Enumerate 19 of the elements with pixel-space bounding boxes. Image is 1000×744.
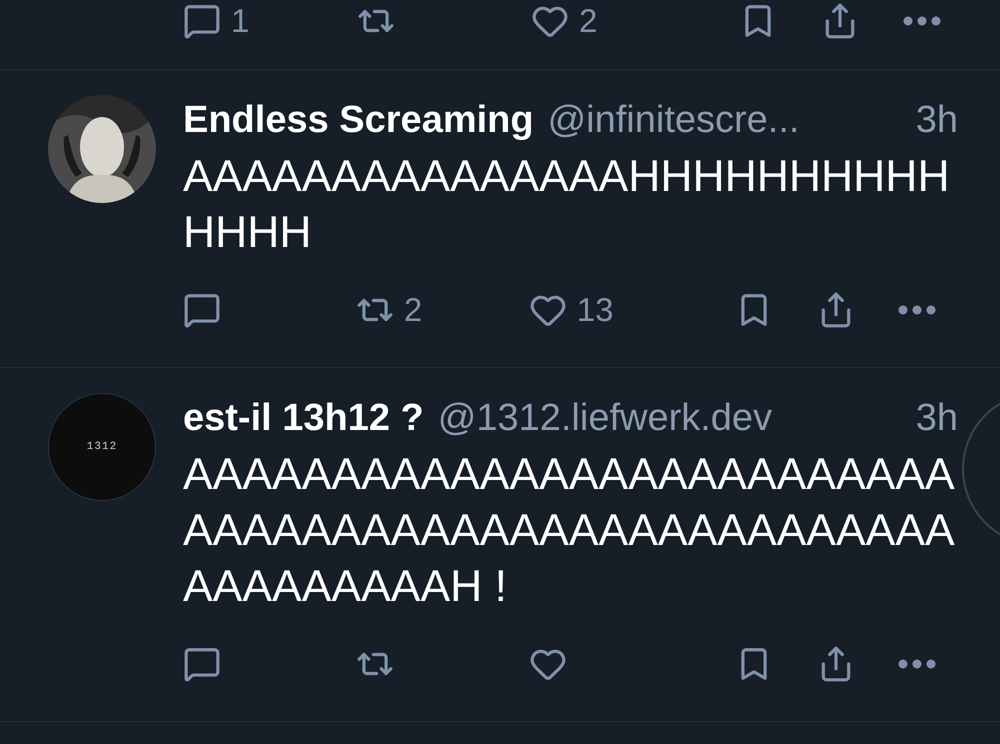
like-button[interactable]: 13 xyxy=(528,291,649,329)
more-icon xyxy=(898,305,936,315)
more-icon xyxy=(903,16,941,26)
author-name[interactable]: est-il 13h12 ? xyxy=(183,393,424,443)
author-name[interactable]: Endless Screaming xyxy=(183,95,534,145)
avatar[interactable]: 1312 xyxy=(48,393,156,501)
post-time: 3h xyxy=(916,396,958,441)
author-handle[interactable]: @infinitescre... xyxy=(548,95,800,145)
post-text: AAAAAAAAAAAAAAAHHHHHHHHHHHHHH xyxy=(183,151,951,259)
post-text: AAAAAAAAAAAAAAAAAAAAAAAAAAAAAAAAAAAAAAAAAAAAAAAAAAAAAAAAAAAAAH ! xyxy=(183,449,956,613)
comment-icon xyxy=(183,291,221,329)
post-time: 3h xyxy=(916,98,958,143)
author-handle[interactable]: @1312.liefwerk.dev xyxy=(438,393,772,443)
like-button[interactable]: 2 xyxy=(531,2,651,40)
avatar-label: 1312 xyxy=(86,441,118,453)
repost-button[interactable]: 2 xyxy=(356,291,476,329)
comment-icon xyxy=(183,645,221,683)
reply-button[interactable]: 1 xyxy=(183,2,303,40)
more-icon xyxy=(898,659,936,669)
